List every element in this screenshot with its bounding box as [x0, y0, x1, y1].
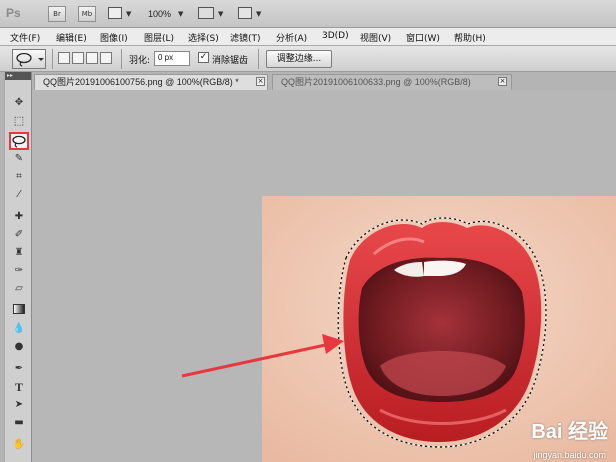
- annotation-arrow: [181, 334, 344, 378]
